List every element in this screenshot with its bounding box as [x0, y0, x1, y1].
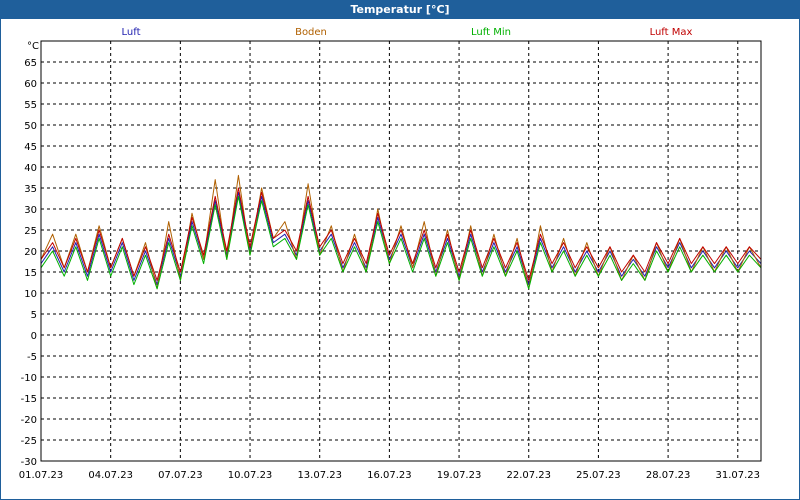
x-tick-label: 22.07.23	[506, 470, 551, 481]
x-tick-label: 31.07.23	[716, 470, 761, 481]
y-tick-label: 50	[24, 121, 37, 132]
y-tick-label: 45	[24, 142, 37, 153]
y-tick-label: -20	[21, 415, 37, 426]
y-tick-label: 65	[24, 58, 37, 69]
legend-item: Luft	[122, 27, 141, 38]
x-tick-label: 28.07.23	[646, 470, 691, 481]
x-tick-label: 19.07.23	[437, 470, 482, 481]
x-tick-label: 07.07.23	[158, 470, 203, 481]
x-tick-label: 04.07.23	[88, 470, 133, 481]
y-tick-label: -15	[21, 394, 37, 405]
x-tick-label: 10.07.23	[228, 470, 273, 481]
y-tick-label: 25	[24, 226, 37, 237]
x-tick-label: 16.07.23	[367, 470, 412, 481]
y-tick-label: 15	[24, 268, 37, 279]
x-tick-label: 25.07.23	[576, 470, 621, 481]
y-tick-label: 60	[24, 79, 37, 90]
chart-svg: -30 -25 -20 -15 -10 -5 0 5 10 15 20 25 30 35 40 45 50 55 6…	[19, 27, 762, 481]
y-tick-label: -10	[21, 373, 37, 384]
y-tick-label: 40	[24, 163, 37, 174]
y-tick-label: -5	[27, 352, 37, 363]
y-tick-label: 0	[31, 331, 37, 342]
x-tick-label: 01.07.23	[19, 470, 64, 481]
y-axis-ticks: -30 -25 -20 -15 -10 -5 0 5 10 15 20 25 30 35 40 45 50 55 6…	[21, 58, 37, 468]
y-tick-label: 10	[24, 289, 37, 300]
chart-window: Temperatur [°C] -30 -25 -20 -15 -10 -5 0 5 10 15 2…	[0, 0, 800, 500]
y-tick-label: -30	[21, 457, 37, 468]
series-line	[40, 195, 762, 290]
y-tick-label: 5	[31, 310, 37, 321]
y-tick-label: 20	[24, 247, 37, 258]
x-tick-label: 13.07.23	[297, 470, 342, 481]
legend: Luft Boden Luft Min Luft Max	[122, 27, 693, 38]
y-tick-label: 30	[24, 205, 37, 216]
y-axis-unit-label: °C	[27, 41, 39, 52]
legend-item: Luft Min	[471, 27, 511, 38]
y-tick-label: 55	[24, 100, 37, 111]
y-tick-label: -25	[21, 436, 37, 447]
y-tick-label: 35	[24, 184, 37, 195]
legend-item: Boden	[295, 27, 327, 38]
legend-item: Luft Max	[650, 27, 693, 38]
x-axis-ticks: 01.07.23 04.07.23 07.07.23 10.07.23 13.07.23…	[19, 470, 760, 481]
